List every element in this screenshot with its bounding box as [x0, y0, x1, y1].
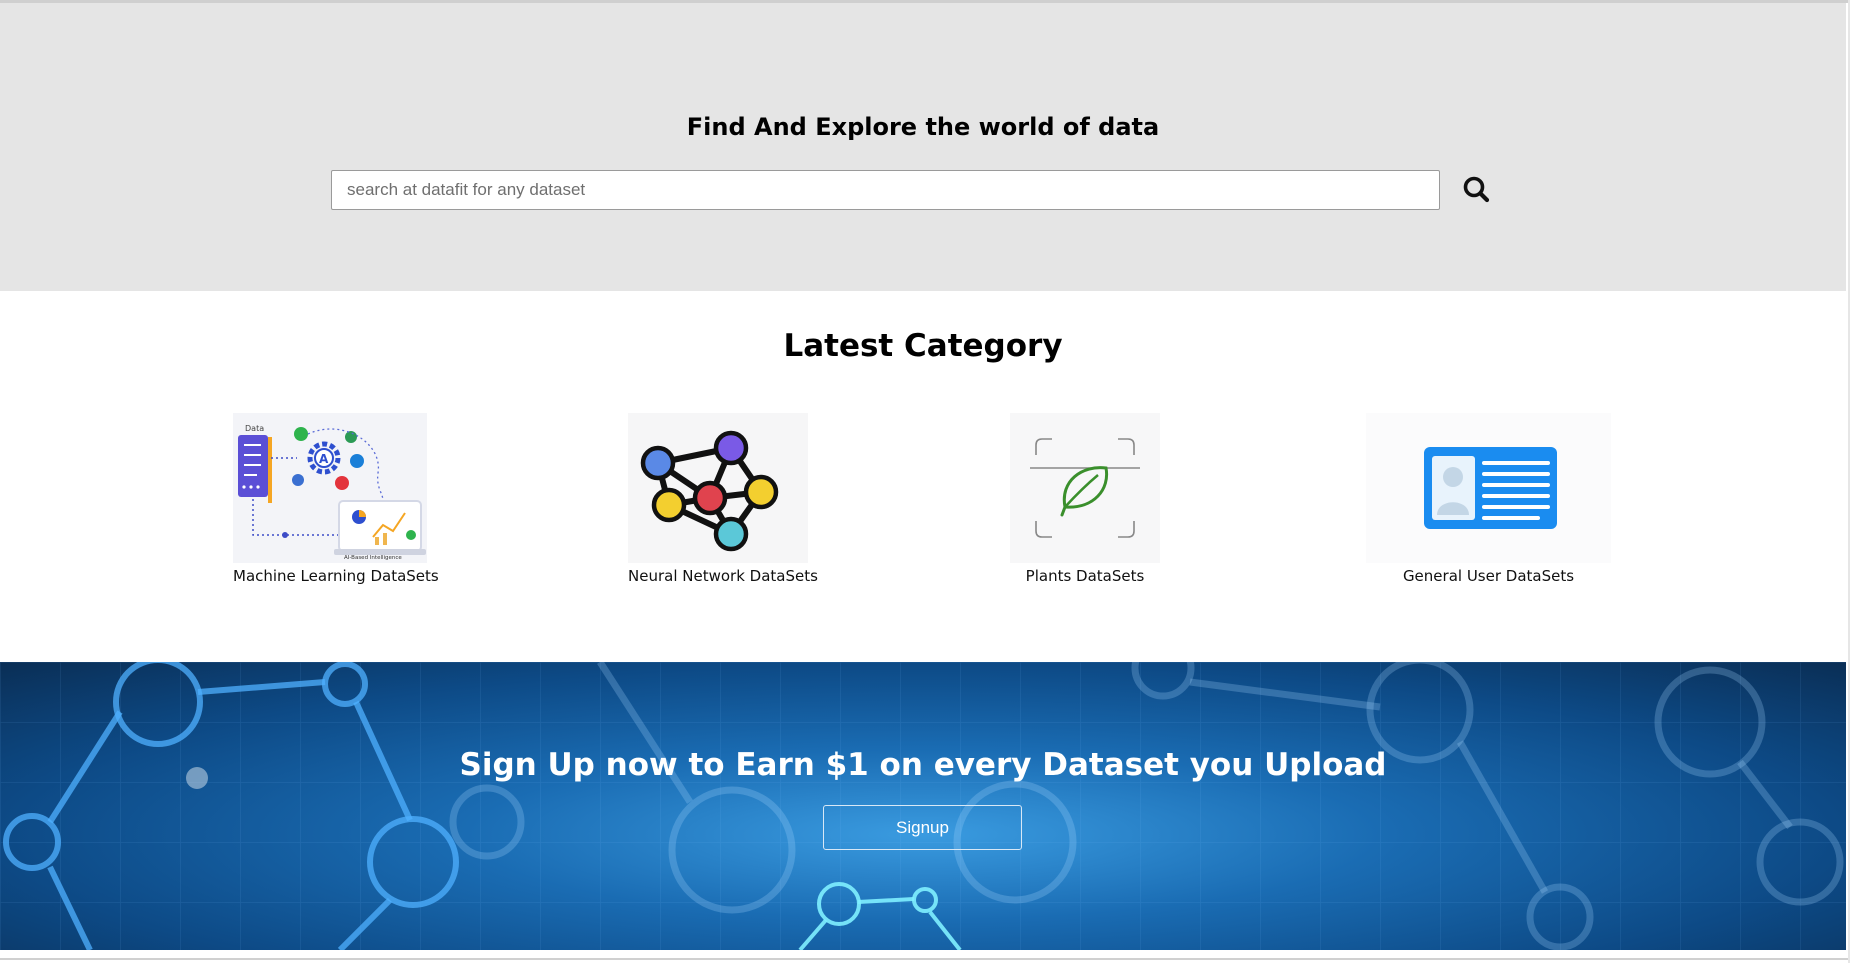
signup-banner: Sign Up now to Earn $1 on every Dataset … — [0, 662, 1846, 950]
search-icon — [1463, 176, 1490, 203]
category-neural-network[interactable]: Neural Network DataSets — [628, 413, 818, 585]
category-label: Machine Learning DataSets — [233, 567, 439, 585]
page: Find And Explore the world of data Lates… — [0, 0, 1850, 963]
page-bottom-divider — [0, 958, 1850, 960]
search-button[interactable] — [1460, 173, 1494, 207]
signup-button[interactable]: Signup — [823, 805, 1022, 850]
leaf-icon — [1010, 413, 1160, 563]
category-machine-learning[interactable]: Data A AI-Based Intelligence Machine Lea… — [233, 413, 439, 585]
svg-text:AI-Based Intelligence: AI-Based Intelligence — [344, 555, 402, 561]
svg-text:Data: Data — [245, 424, 264, 433]
hero-title: Find And Explore the world of data — [686, 113, 1160, 141]
neural-network-icon — [628, 413, 808, 563]
machine-learning-illustration: Data A AI-Based Intelligence — [233, 413, 427, 563]
category-label: General User DataSets — [1402, 567, 1575, 585]
svg-text:A: A — [319, 452, 329, 466]
category-label: Neural Network DataSets — [628, 567, 818, 585]
banner-title: Sign Up now to Earn $1 on every Dataset … — [459, 747, 1387, 783]
id-card-icon — [1366, 413, 1611, 563]
search-hero: Find And Explore the world of data — [0, 3, 1846, 291]
categories-title: Latest Category — [783, 328, 1063, 364]
category-general-user[interactable]: General User DataSets — [1366, 413, 1611, 585]
search-input[interactable] — [331, 170, 1440, 210]
category-plants[interactable]: Plants DataSets — [1010, 413, 1160, 585]
category-label: Plants DataSets — [1025, 567, 1145, 585]
